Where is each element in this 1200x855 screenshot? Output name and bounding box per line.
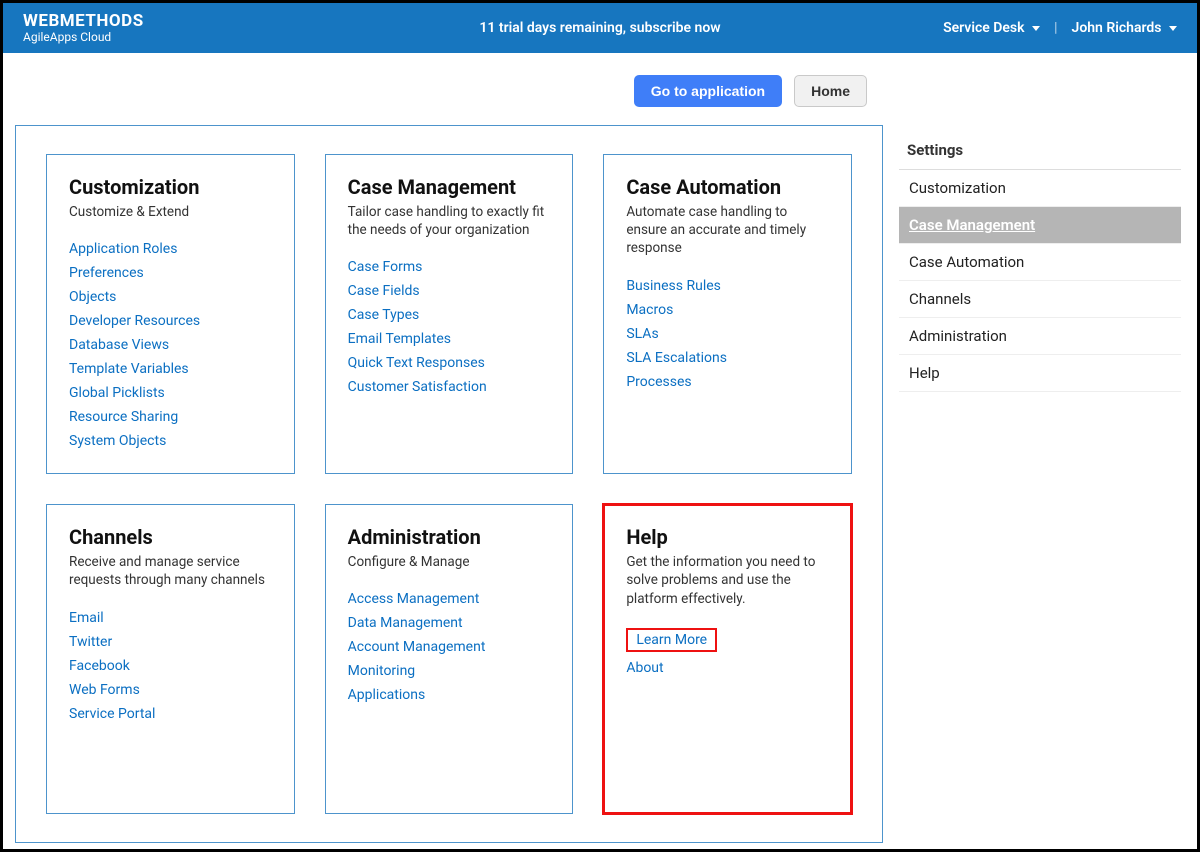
- service-desk-label: Service Desk: [943, 20, 1024, 36]
- card-help: Help Get the information you need to sol…: [603, 504, 852, 814]
- sidebar-item-help[interactable]: Help: [899, 355, 1181, 392]
- card-link[interactable]: Macros: [626, 298, 829, 322]
- card-links: Email Twitter Facebook Web Forms Service…: [69, 606, 272, 726]
- card-title: Help: [626, 525, 829, 549]
- card-link[interactable]: Applications: [348, 683, 551, 707]
- card-link-highlighted[interactable]: Learn More: [626, 624, 829, 656]
- user-name: John Richards: [1072, 20, 1162, 36]
- card-channels: Channels Receive and manage service requ…: [46, 504, 295, 814]
- card-title: Administration: [348, 525, 551, 549]
- card-title: Channels: [69, 525, 272, 549]
- card-link[interactable]: Case Types: [348, 303, 551, 327]
- brand: WEBMETHODS AgileApps Cloud: [23, 12, 144, 44]
- card-title: Case Automation: [626, 175, 829, 199]
- card-link[interactable]: Template Variables: [69, 357, 272, 381]
- card-desc: Tailor case handling to exactly fit the …: [348, 203, 551, 239]
- user-dropdown[interactable]: John Richards: [1072, 20, 1177, 36]
- card-links: Application Roles Preferences Objects De…: [69, 237, 272, 453]
- separator: |: [1054, 20, 1058, 36]
- card-link[interactable]: Preferences: [69, 261, 272, 285]
- card-link[interactable]: Twitter: [69, 630, 272, 654]
- card-desc: Receive and manage service requests thro…: [69, 553, 272, 589]
- card-title: Case Management: [348, 175, 551, 199]
- card-desc: Automate case handling to ensure an accu…: [626, 203, 829, 258]
- card-link[interactable]: Email: [69, 606, 272, 630]
- card-link[interactable]: Data Management: [348, 611, 551, 635]
- card-link[interactable]: Customer Satisfaction: [348, 375, 551, 399]
- top-bar: WEBMETHODS AgileApps Cloud 11 trial days…: [3, 3, 1197, 53]
- home-button[interactable]: Home: [794, 75, 867, 107]
- card-links: Case Forms Case Fields Case Types Email …: [348, 255, 551, 399]
- card-link[interactable]: Facebook: [69, 654, 272, 678]
- sidebar-title: Settings: [899, 135, 1181, 170]
- card-desc: Get the information you need to solve pr…: [626, 553, 829, 608]
- card-case-management: Case Management Tailor case handling to …: [325, 154, 574, 474]
- card-links: Access Management Data Management Accoun…: [348, 587, 551, 707]
- card-link[interactable]: Objects: [69, 285, 272, 309]
- card-link[interactable]: Business Rules: [626, 274, 829, 298]
- cards-panel: Customization Customize & Extend Applica…: [15, 125, 883, 843]
- top-right-menu: Service Desk | John Richards: [943, 20, 1177, 36]
- card-link[interactable]: Service Portal: [69, 702, 272, 726]
- card-link[interactable]: Access Management: [348, 587, 551, 611]
- sidebar-item-case-automation[interactable]: Case Automation: [899, 244, 1181, 281]
- chevron-down-icon: [1169, 26, 1177, 31]
- sidebar-item-customization[interactable]: Customization: [899, 170, 1181, 207]
- card-link[interactable]: Quick Text Responses: [348, 351, 551, 375]
- card-link[interactable]: Case Fields: [348, 279, 551, 303]
- card-link[interactable]: About: [626, 656, 829, 680]
- card-link[interactable]: Email Templates: [348, 327, 551, 351]
- card-link[interactable]: Developer Resources: [69, 309, 272, 333]
- card-links: Business Rules Macros SLAs SLA Escalatio…: [626, 274, 829, 394]
- main-wrap: Customization Customize & Extend Applica…: [3, 125, 1197, 855]
- brand-title: WEBMETHODS: [23, 12, 144, 31]
- card-link[interactable]: SLAs: [626, 322, 829, 346]
- card-link[interactable]: Processes: [626, 370, 829, 394]
- go-to-application-button[interactable]: Go to application: [634, 75, 782, 107]
- brand-subtitle: AgileApps Cloud: [23, 31, 144, 44]
- card-links: Learn More About: [626, 624, 829, 680]
- learn-more-link[interactable]: Learn More: [626, 628, 717, 652]
- sidebar-item-case-management[interactable]: Case Management: [899, 207, 1181, 244]
- sidebar-item-channels[interactable]: Channels: [899, 281, 1181, 318]
- card-link[interactable]: Application Roles: [69, 237, 272, 261]
- card-case-automation: Case Automation Automate case handling t…: [603, 154, 852, 474]
- card-administration: Administration Configure & Manage Access…: [325, 504, 574, 814]
- card-link[interactable]: Monitoring: [348, 659, 551, 683]
- card-desc: Configure & Manage: [348, 553, 551, 571]
- card-link[interactable]: Account Management: [348, 635, 551, 659]
- card-link[interactable]: Web Forms: [69, 678, 272, 702]
- chevron-down-icon: [1032, 26, 1040, 31]
- card-link[interactable]: Database Views: [69, 333, 272, 357]
- card-link[interactable]: System Objects: [69, 429, 272, 453]
- card-customization: Customization Customize & Extend Applica…: [46, 154, 295, 474]
- settings-sidebar: Settings Customization Case Management C…: [895, 125, 1185, 843]
- card-link[interactable]: Global Picklists: [69, 381, 272, 405]
- trial-banner[interactable]: 11 trial days remaining, subscribe now: [479, 20, 720, 36]
- card-desc: Customize & Extend: [69, 203, 272, 221]
- card-link[interactable]: SLA Escalations: [626, 346, 829, 370]
- card-link[interactable]: Case Forms: [348, 255, 551, 279]
- card-title: Customization: [69, 175, 272, 199]
- action-row: Go to application Home: [3, 53, 1197, 125]
- sidebar-item-administration[interactable]: Administration: [899, 318, 1181, 355]
- card-link[interactable]: Resource Sharing: [69, 405, 272, 429]
- service-desk-dropdown[interactable]: Service Desk: [943, 20, 1040, 36]
